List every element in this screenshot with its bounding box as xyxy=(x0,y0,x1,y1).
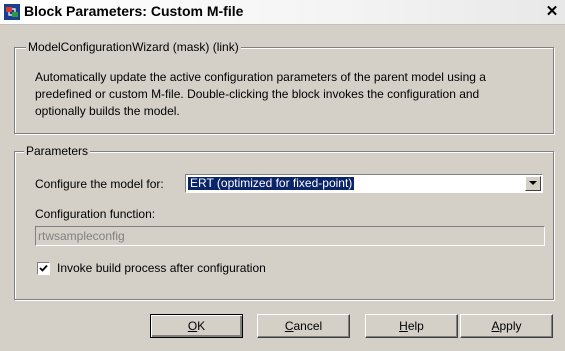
description-line: predefined or custom M-file. Double-clic… xyxy=(35,87,480,101)
title-bar[interactable]: Block Parameters: Custom M-file ✕ xyxy=(0,0,565,25)
help-mnemonic: H xyxy=(399,319,408,333)
invoke-build-label[interactable]: Invoke build process after configuration xyxy=(57,261,266,275)
ok-button[interactable]: OK xyxy=(150,314,243,338)
apply-mnemonic: A xyxy=(491,319,500,333)
configure-model-label: Configure the model for: xyxy=(35,177,164,191)
window-title: Block Parameters: Custom M-file xyxy=(24,3,244,19)
apply-label: pply xyxy=(499,319,522,333)
configure-model-value: ERT (optimized for fixed-point) xyxy=(186,176,356,191)
mask-group-legend: ModelConfigurationWizard (mask) (link) xyxy=(26,40,241,54)
parameters-group-legend: Parameters xyxy=(24,144,91,158)
help-label: elp xyxy=(407,319,424,333)
close-icon[interactable]: ✕ xyxy=(544,4,560,20)
checkmark-icon xyxy=(39,264,48,272)
simulink-block-icon xyxy=(4,4,20,20)
config-function-field: rtwsampleconfig xyxy=(35,226,545,246)
mask-description: Automatically update the active configur… xyxy=(35,69,555,120)
description-line: optionally builds the model. xyxy=(35,104,180,118)
cancel-button[interactable]: Cancel xyxy=(257,314,350,338)
ok-mnemonic: O xyxy=(187,319,198,333)
config-function-label: Configuration function: xyxy=(35,207,156,221)
configure-model-select[interactable]: ERT (optimized for fixed-point) xyxy=(185,174,543,193)
apply-button[interactable]: Apply xyxy=(460,314,553,338)
help-button[interactable]: Help xyxy=(365,314,458,338)
description-line: Automatically update the active configur… xyxy=(35,70,486,84)
invoke-build-checkbox[interactable] xyxy=(37,262,50,275)
cancel-label: ancel xyxy=(293,319,323,333)
ok-label: K xyxy=(197,319,206,333)
chevron-down-icon[interactable] xyxy=(525,176,541,191)
